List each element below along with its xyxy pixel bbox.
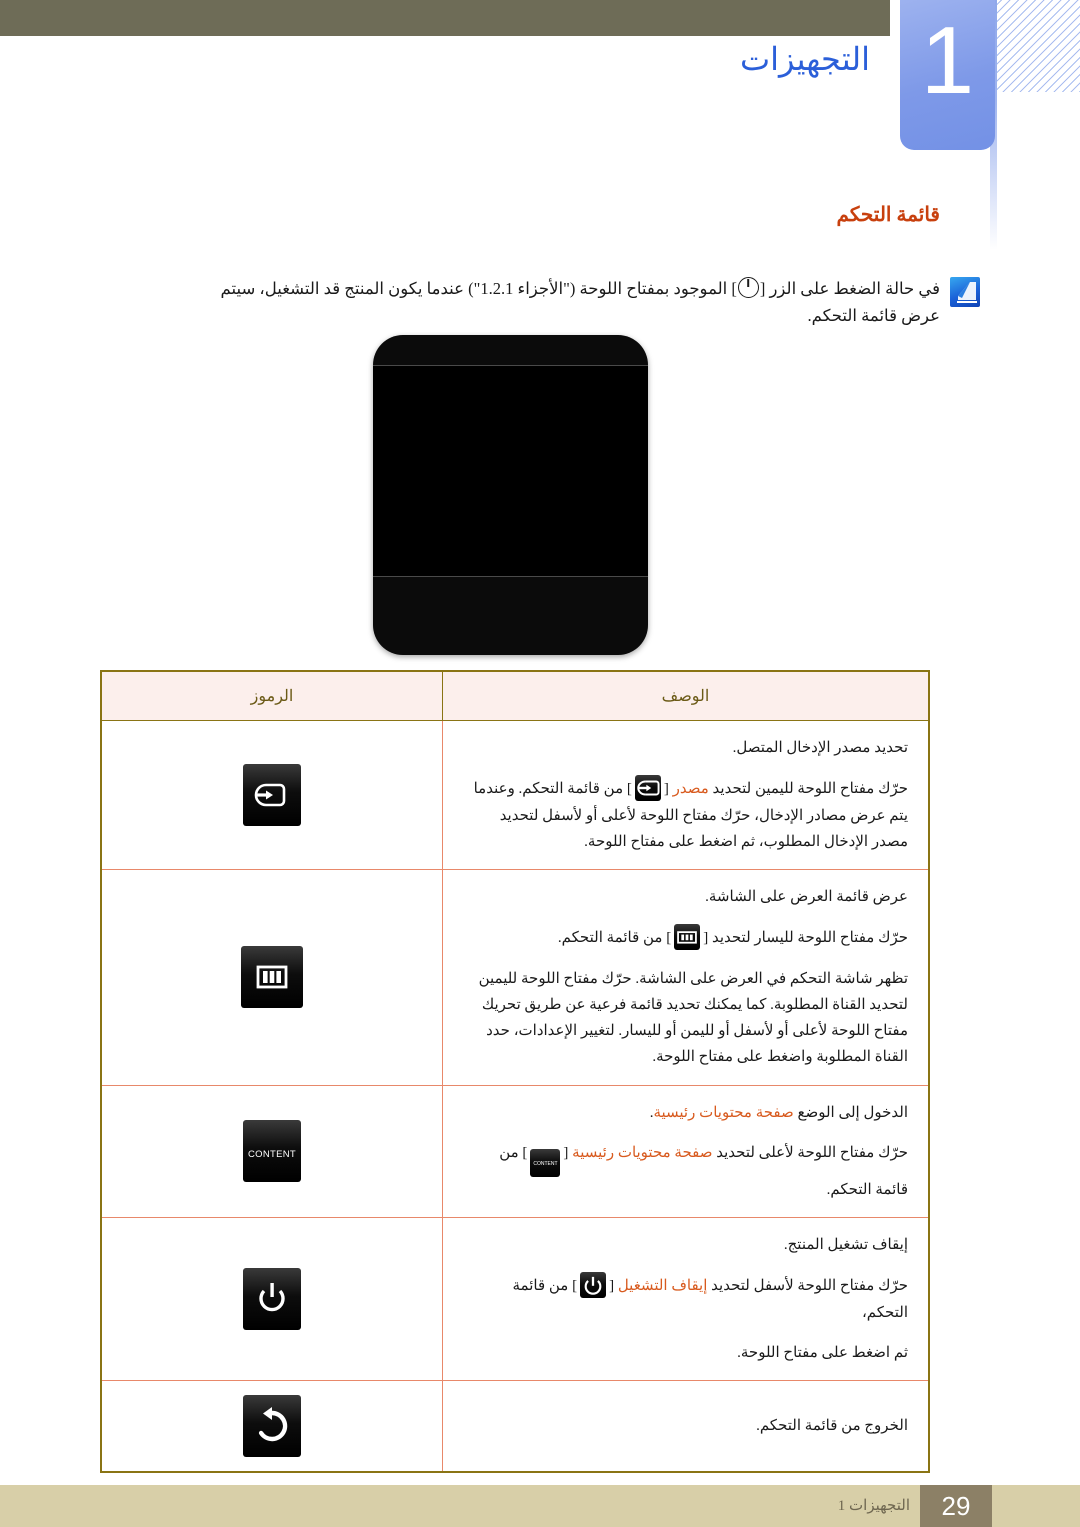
row-description: عرض قائمة العرض على الشاشة. حرّك مفتاح ا… xyxy=(442,869,930,1086)
paragraph-highlight: مصدر xyxy=(672,781,709,798)
content-icon: CONTENT xyxy=(243,1120,301,1183)
control-menu-table: الوصف الرموز تحديد مصدر الإدخال المتصل. … xyxy=(100,670,930,1473)
row-paragraph: حرّك مفتاح اللوحة لأسفل لتحديد إيقاف الت… xyxy=(463,1272,908,1326)
header-bar xyxy=(0,0,890,36)
row-paragraph: عرض قائمة العرض على الشاشة. xyxy=(705,889,908,905)
menu-icon xyxy=(674,924,701,951)
paragraph-post: ] من قائمة التحكم. xyxy=(557,930,672,947)
chapter-number: 1 xyxy=(920,7,975,114)
paragraph-highlight: صفحة محتويات رئيسية xyxy=(653,1104,794,1121)
row-symbol xyxy=(100,869,443,1086)
menu-icon xyxy=(241,946,303,1009)
row-paragraph: تحديد مصدر الإدخال المتصل. xyxy=(732,740,908,756)
row-paragraph: ثم اضغط على مفتاح اللوحة. xyxy=(737,1344,908,1361)
table-header-row: الوصف الرموز xyxy=(100,670,930,721)
row-description: إيقاف تشغيل المنتج. حرّك مفتاح اللوحة لأ… xyxy=(442,1217,930,1381)
row-symbol xyxy=(100,720,443,870)
note-block: في حالة الضغط على الزر [] الموجود بمفتاح… xyxy=(180,275,980,329)
paragraph-pre: حرّك مفتاح اللوحة لليمين لتحديد xyxy=(712,781,908,798)
paragraph-highlight: صفحة محتويات رئيسية xyxy=(572,1144,713,1161)
page-number: 29 xyxy=(920,1485,992,1527)
table-row: تحديد مصدر الإدخال المتصل. حرّك مفتاح ال… xyxy=(100,720,930,870)
device-face xyxy=(373,365,648,577)
row-paragraph: حرّك مفتاح اللوحة لليمين لتحديد مصدر [] … xyxy=(463,775,908,855)
paragraph-bracket: [ xyxy=(563,1144,569,1161)
note-text-before: في حالة الضغط على الزر [ xyxy=(759,279,940,298)
power-icon xyxy=(243,1268,301,1330)
paragraph-pre: حرّك مفتاح اللوحة لليسار لتحديد xyxy=(711,930,908,947)
footer-bar xyxy=(0,1485,1080,1527)
row-paragraph: حرّك مفتاح اللوحة لليسار لتحديد [ ] من قا… xyxy=(463,924,908,951)
row-symbol xyxy=(100,1380,443,1473)
row-paragraph: إيقاف تشغيل المنتج. xyxy=(783,1237,908,1253)
row-paragraph: الخروج من قائمة التحكم. xyxy=(756,1417,908,1434)
power-symbol-icon xyxy=(737,277,759,298)
paragraph-pre: الدخول إلى الوضع xyxy=(797,1104,908,1121)
row-paragraph: حرّك مفتاح اللوحة لأعلى لتحديد صفحة محتو… xyxy=(463,1140,908,1203)
table-row: الخروج من قائمة التحكم. xyxy=(100,1380,930,1473)
column-header-symbols: الرموز xyxy=(100,670,443,721)
power-icon xyxy=(580,1272,607,1299)
content-icon-label: CONTENT xyxy=(247,1149,296,1161)
row-symbol xyxy=(100,1217,443,1381)
footer-label: التجهيزات 1 xyxy=(837,1498,910,1514)
row-description: الدخول إلى الوضع صفحة محتويات رئيسية. حر… xyxy=(442,1084,930,1218)
row-paragraph: الدخول إلى الوضع صفحة محتويات رئيسية. xyxy=(463,1100,908,1126)
decorative-stripes xyxy=(990,0,1080,92)
row-paragraph: تظهر شاشة التحكم في العرض على الشاشة. حر… xyxy=(478,970,908,1066)
chapter-title: التجهيزات xyxy=(739,41,870,77)
row-description: تحديد مصدر الإدخال المتصل. حرّك مفتاح ال… xyxy=(442,720,930,870)
note-pencil-icon xyxy=(950,277,980,307)
paragraph-bracket: [ xyxy=(663,781,669,798)
table-row: عرض قائمة العرض على الشاشة. حرّك مفتاح ا… xyxy=(100,869,930,1086)
column-header-description: الوصف xyxy=(442,670,930,721)
paragraph-pre: حرّك مفتاح اللوحة لأسفل لتحديد xyxy=(711,1278,908,1295)
content-icon: CONTENT xyxy=(530,1148,561,1177)
row-symbol: CONTENT xyxy=(100,1084,443,1218)
source-icon xyxy=(634,775,661,802)
table-row: إيقاف تشغيل المنتج. حرّك مفتاح اللوحة لأ… xyxy=(100,1217,930,1381)
row-description: الخروج من قائمة التحكم. xyxy=(442,1380,930,1473)
page-title: قائمة التحكم xyxy=(836,204,940,226)
paragraph-bracket: [ xyxy=(609,1278,615,1295)
paragraph-bracket: [ xyxy=(703,930,709,947)
content-icon-label: CONTENT xyxy=(533,1160,558,1167)
source-icon xyxy=(243,764,301,826)
paragraph-highlight: إيقاف التشغيل xyxy=(617,1278,708,1295)
table-row: الدخول إلى الوضع صفحة محتويات رئيسية. حر… xyxy=(100,1084,930,1218)
return-icon xyxy=(243,1395,301,1457)
chapter-badge: 1 xyxy=(900,0,995,150)
device-control-panel-photo: CONTENT xyxy=(373,335,648,921)
paragraph-pre: حرّك مفتاح اللوحة لأعلى لتحديد xyxy=(716,1144,908,1161)
